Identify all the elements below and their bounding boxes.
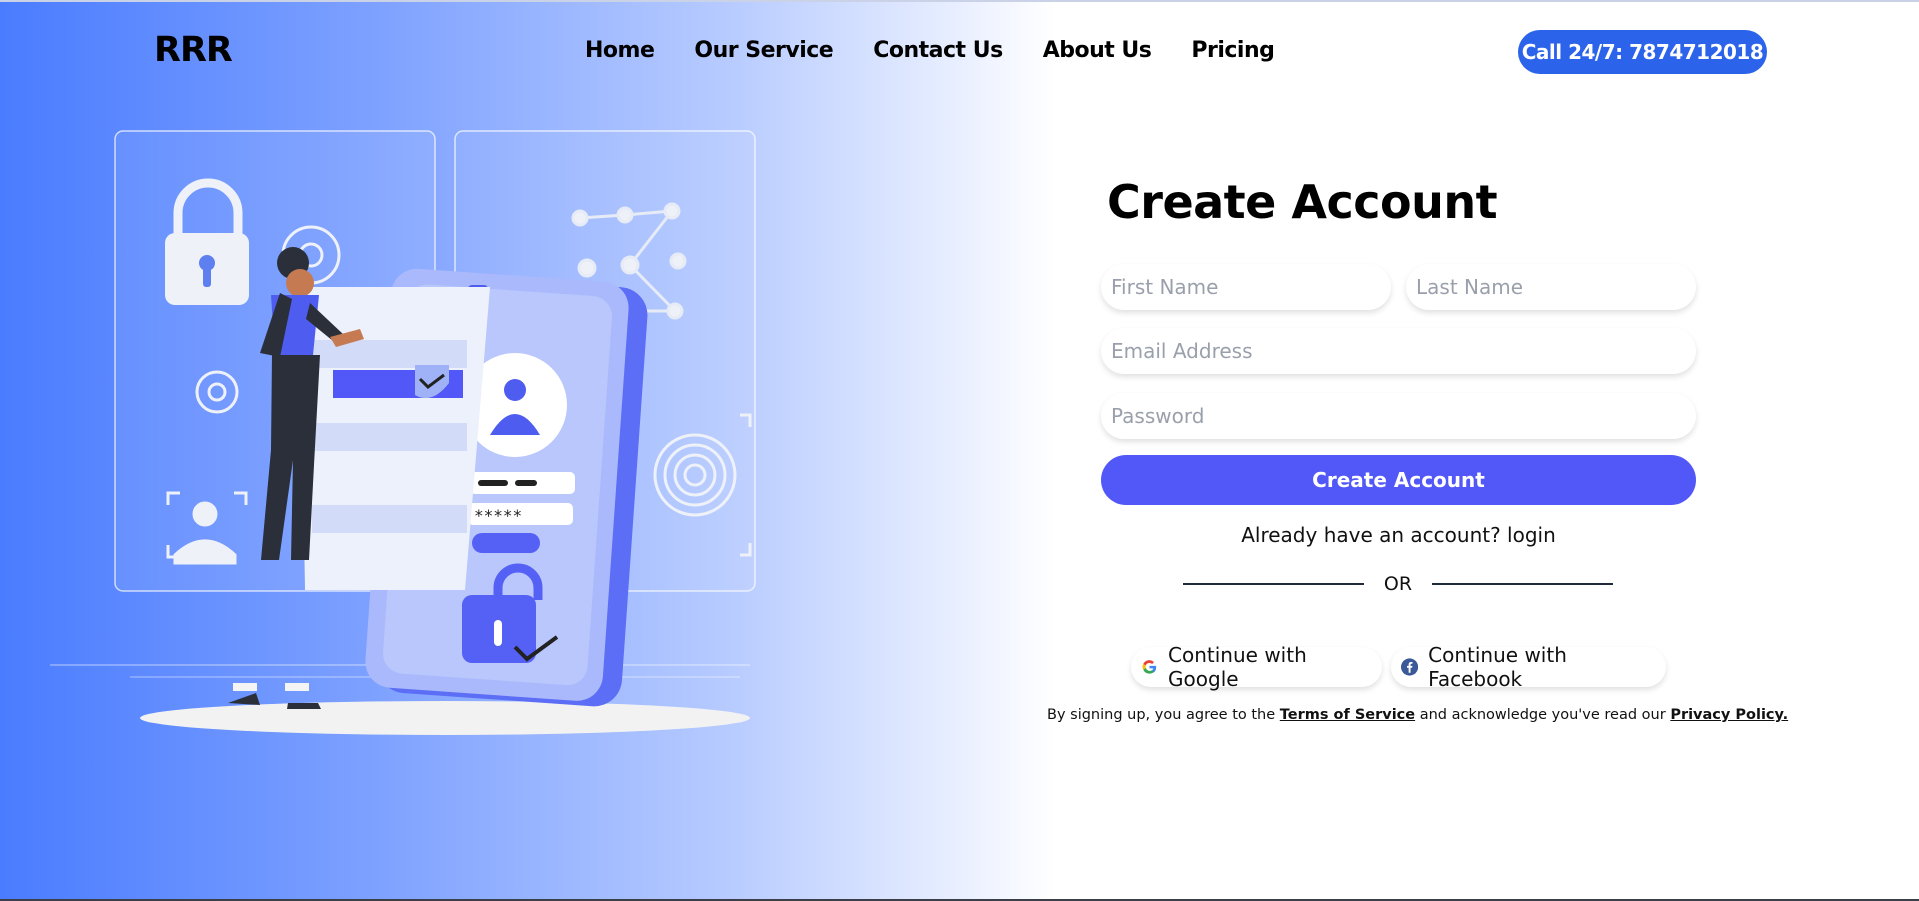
login-link[interactable]: Already have an account? login — [1101, 523, 1696, 547]
first-name-input[interactable] — [1101, 264, 1391, 310]
email-input[interactable] — [1101, 328, 1696, 374]
top-border — [0, 0, 1919, 2]
terms-of-service-link[interactable]: Terms of Service — [1280, 707, 1415, 723]
or-text: OR — [1383, 573, 1413, 595]
nav-home[interactable]: Home — [585, 38, 655, 63]
floor-shadow — [140, 701, 750, 735]
facebook-icon — [1401, 658, 1419, 676]
facebook-label: Continue with Facebook — [1428, 643, 1567, 691]
brand-logo[interactable]: RRR — [154, 30, 233, 70]
or-divider: OR — [1183, 573, 1614, 595]
privacy-policy-link[interactable]: Privacy Policy. — [1670, 707, 1788, 723]
nav-pricing[interactable]: Pricing — [1191, 38, 1275, 63]
password-mask: ***** — [474, 506, 522, 525]
divider-line-left — [1183, 583, 1364, 585]
nav-contact-us[interactable]: Contact Us — [873, 38, 1003, 63]
google-label: Continue with Google — [1168, 643, 1307, 691]
terms-prefix: By signing up, you agree to the — [1047, 707, 1280, 723]
page-title: Create Account — [1107, 175, 1498, 229]
last-name-input[interactable] — [1406, 264, 1696, 310]
nav-our-service[interactable]: Our Service — [694, 38, 833, 63]
call-button[interactable]: Call 24/7: 7874712018 — [1518, 30, 1767, 74]
facebook-signin-button[interactable]: Continue with Facebook — [1391, 643, 1666, 691]
password-input[interactable] — [1101, 393, 1696, 439]
security-illustration: ***** — [50, 130, 756, 735]
divider-line-right — [1432, 583, 1614, 585]
google-icon — [1142, 660, 1157, 674]
create-account-button[interactable]: Create Account — [1101, 455, 1696, 505]
terms-notice: By signing up, you agree to the Terms of… — [1047, 707, 1788, 723]
main-nav: Home Our Service Contact Us About Us Pri… — [585, 38, 1275, 63]
terms-middle: and acknowledge you've read our — [1415, 707, 1671, 723]
google-signin-button[interactable]: Continue with Google — [1131, 643, 1382, 691]
nav-about-us[interactable]: About Us — [1043, 38, 1152, 63]
